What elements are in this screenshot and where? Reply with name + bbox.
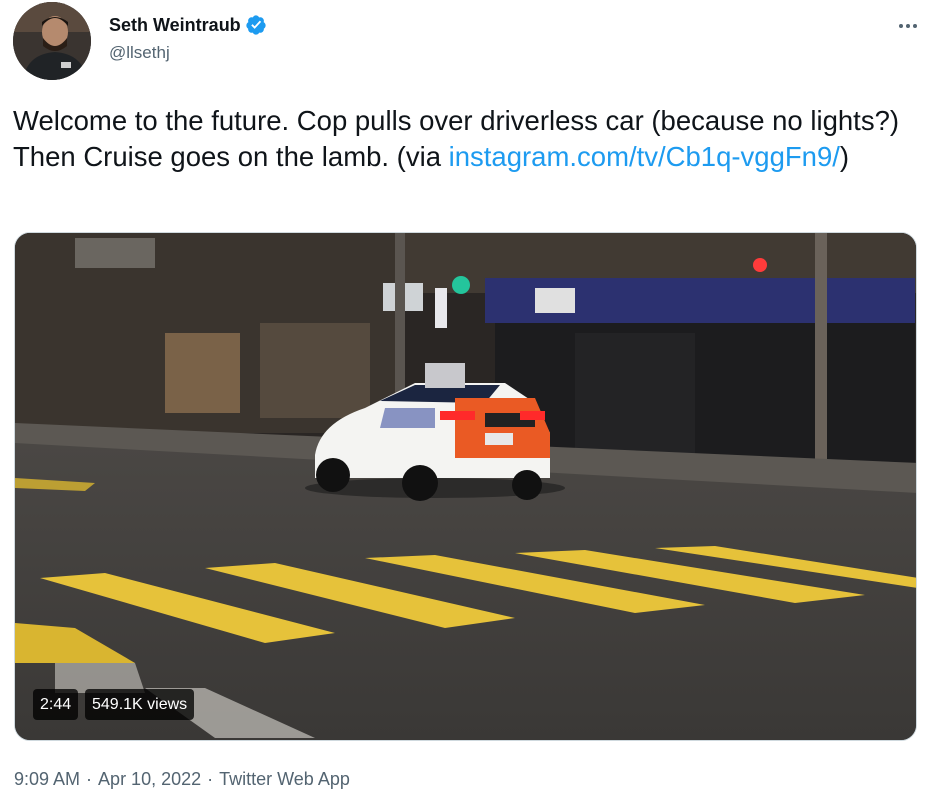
tweet-time[interactable]: 9:09 AM — [14, 769, 80, 790]
tweet-date[interactable]: Apr 10, 2022 — [98, 769, 201, 790]
video-player[interactable] — [14, 232, 917, 741]
video-thumbnail — [15, 233, 916, 740]
tweet-link[interactable]: instagram.com/tv/Cb1q-vggFn9/ — [449, 141, 840, 172]
more-options-icon[interactable] — [896, 14, 920, 38]
video-duration-badge: 2:44 — [33, 689, 79, 720]
verified-badge-icon — [246, 15, 266, 35]
meta-separator: · — [207, 769, 214, 789]
tweet-text-end: ) — [839, 141, 850, 172]
avatar-image — [13, 2, 91, 80]
author-name-row[interactable]: Seth Weintraub — [109, 14, 267, 36]
author-name[interactable]: Seth Weintraub — [109, 15, 241, 36]
tweet-metadata: 9:09 AM · Apr 10, 2022 · Twitter Web App — [14, 769, 350, 790]
tweet-text: Welcome to the future. Cop pulls over dr… — [13, 103, 918, 175]
tweet-source-app[interactable]: Twitter Web App — [219, 769, 350, 790]
video-views-badge: 549.1K views — [85, 689, 195, 720]
meta-separator: · — [86, 769, 93, 789]
avatar[interactable] — [13, 2, 91, 80]
author-handle[interactable]: @llsethj — [109, 43, 170, 63]
